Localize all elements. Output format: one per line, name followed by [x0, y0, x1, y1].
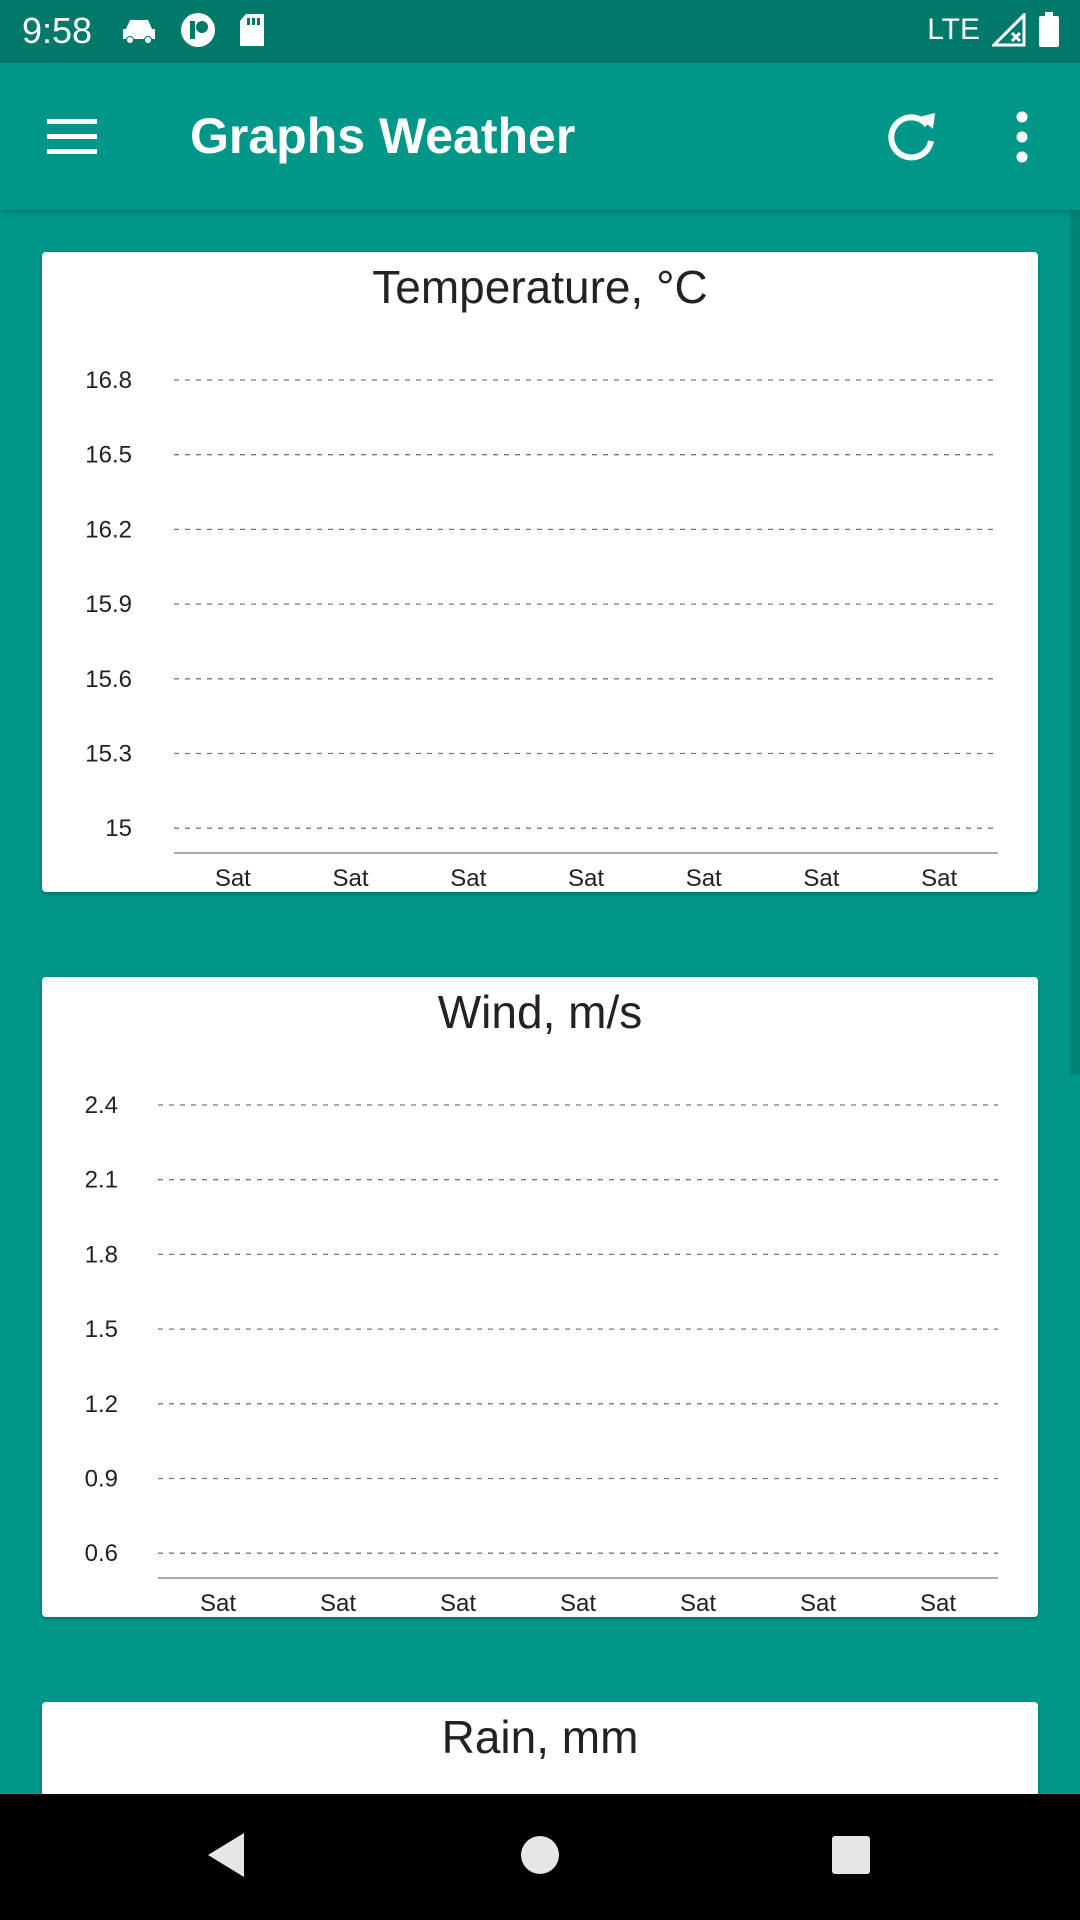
- notification-icons: [120, 12, 266, 48]
- charts-list[interactable]: Temperature, °C 16.8 16.5 16.2 15.9 15.6 15.3…: [0, 210, 1080, 1794]
- chart-title: Rain, mm: [441, 1711, 639, 1763]
- y-tick-label: 2.4: [85, 1092, 118, 1119]
- y-tick-label: 15.9: [85, 591, 132, 618]
- app-bar: Graphs Weather: [0, 63, 1080, 210]
- y-tick-label: 15: [105, 815, 132, 842]
- y-tick-label: 2.1: [85, 1167, 118, 1194]
- home-icon[interactable]: [519, 1830, 561, 1880]
- x-tick-label: Sat: [803, 865, 839, 892]
- x-tick-label: Sat: [320, 1590, 356, 1617]
- rain-chart-card: Rain, mm: [42, 1702, 1038, 1794]
- x-tick-label: Sat: [921, 865, 957, 892]
- x-tick-label: Sat: [568, 865, 604, 892]
- wind-chart: 2.4 2.1 1.8 1.5 1.2 0.9 0.6 Sat Sat Sat Sat Sat Sat S…: [85, 1092, 998, 1617]
- x-tick-label: Sat: [686, 865, 722, 892]
- y-tick-label: 16.2: [85, 516, 132, 543]
- status-time: 9:58: [22, 10, 93, 51]
- x-tick-label: Sat: [680, 1590, 716, 1617]
- x-tick-label: Sat: [333, 865, 369, 892]
- hamburger-menu-icon[interactable]: [42, 113, 104, 161]
- y-tick-label: 1.8: [85, 1241, 118, 1268]
- status-bar: 9:58 LTE: [0, 0, 1080, 63]
- y-tick-label: 1.5: [85, 1316, 118, 1343]
- refresh-icon[interactable]: [883, 107, 943, 167]
- signal-icon: [992, 13, 1026, 47]
- x-tick-label: Sat: [800, 1590, 836, 1617]
- navigation-bar: [0, 1794, 1080, 1920]
- recents-icon[interactable]: [830, 1830, 872, 1880]
- app-title: Graphs Weather: [190, 108, 576, 164]
- y-tick-label: 16.5: [85, 442, 132, 469]
- back-icon[interactable]: [204, 1830, 248, 1880]
- y-tick-label: 16.8: [85, 367, 132, 394]
- x-tick-label: Sat: [440, 1590, 476, 1617]
- system-icons: LTE: [927, 12, 1060, 48]
- sd-card-icon: [240, 14, 264, 46]
- y-tick-label: 0.6: [85, 1540, 118, 1567]
- app-icon: [181, 13, 215, 47]
- temperature-chart-card: Temperature, °C 16.8 16.5 16.2 15.9 15.6 15.3…: [42, 252, 1038, 892]
- x-tick-label: Sat: [560, 1590, 596, 1617]
- battery-icon: [1039, 12, 1059, 47]
- network-type: LTE: [927, 13, 980, 46]
- x-tick-label: Sat: [200, 1590, 236, 1617]
- temperature-chart: 16.8 16.5 16.2 15.9 15.6 15.3 15 Sat Sat Sat Sat Sa…: [85, 367, 998, 892]
- car-icon: [123, 20, 155, 44]
- y-tick-label: 15.6: [85, 666, 132, 693]
- y-tick-label: 1.2: [85, 1391, 118, 1418]
- y-tick-label: 15.3: [85, 741, 132, 768]
- scrollbar[interactable]: [1070, 210, 1080, 1075]
- more-vert-icon[interactable]: [1002, 109, 1042, 165]
- x-tick-label: Sat: [450, 865, 486, 892]
- y-tick-label: 0.9: [85, 1466, 118, 1493]
- x-tick-label: Sat: [920, 1590, 956, 1617]
- wind-chart-card: Wind, m/s 2.4 2.1 1.8 1.5 1.2 0.9 0.6 Sat Sat Sat…: [42, 977, 1038, 1617]
- x-tick-label: Sat: [215, 865, 251, 892]
